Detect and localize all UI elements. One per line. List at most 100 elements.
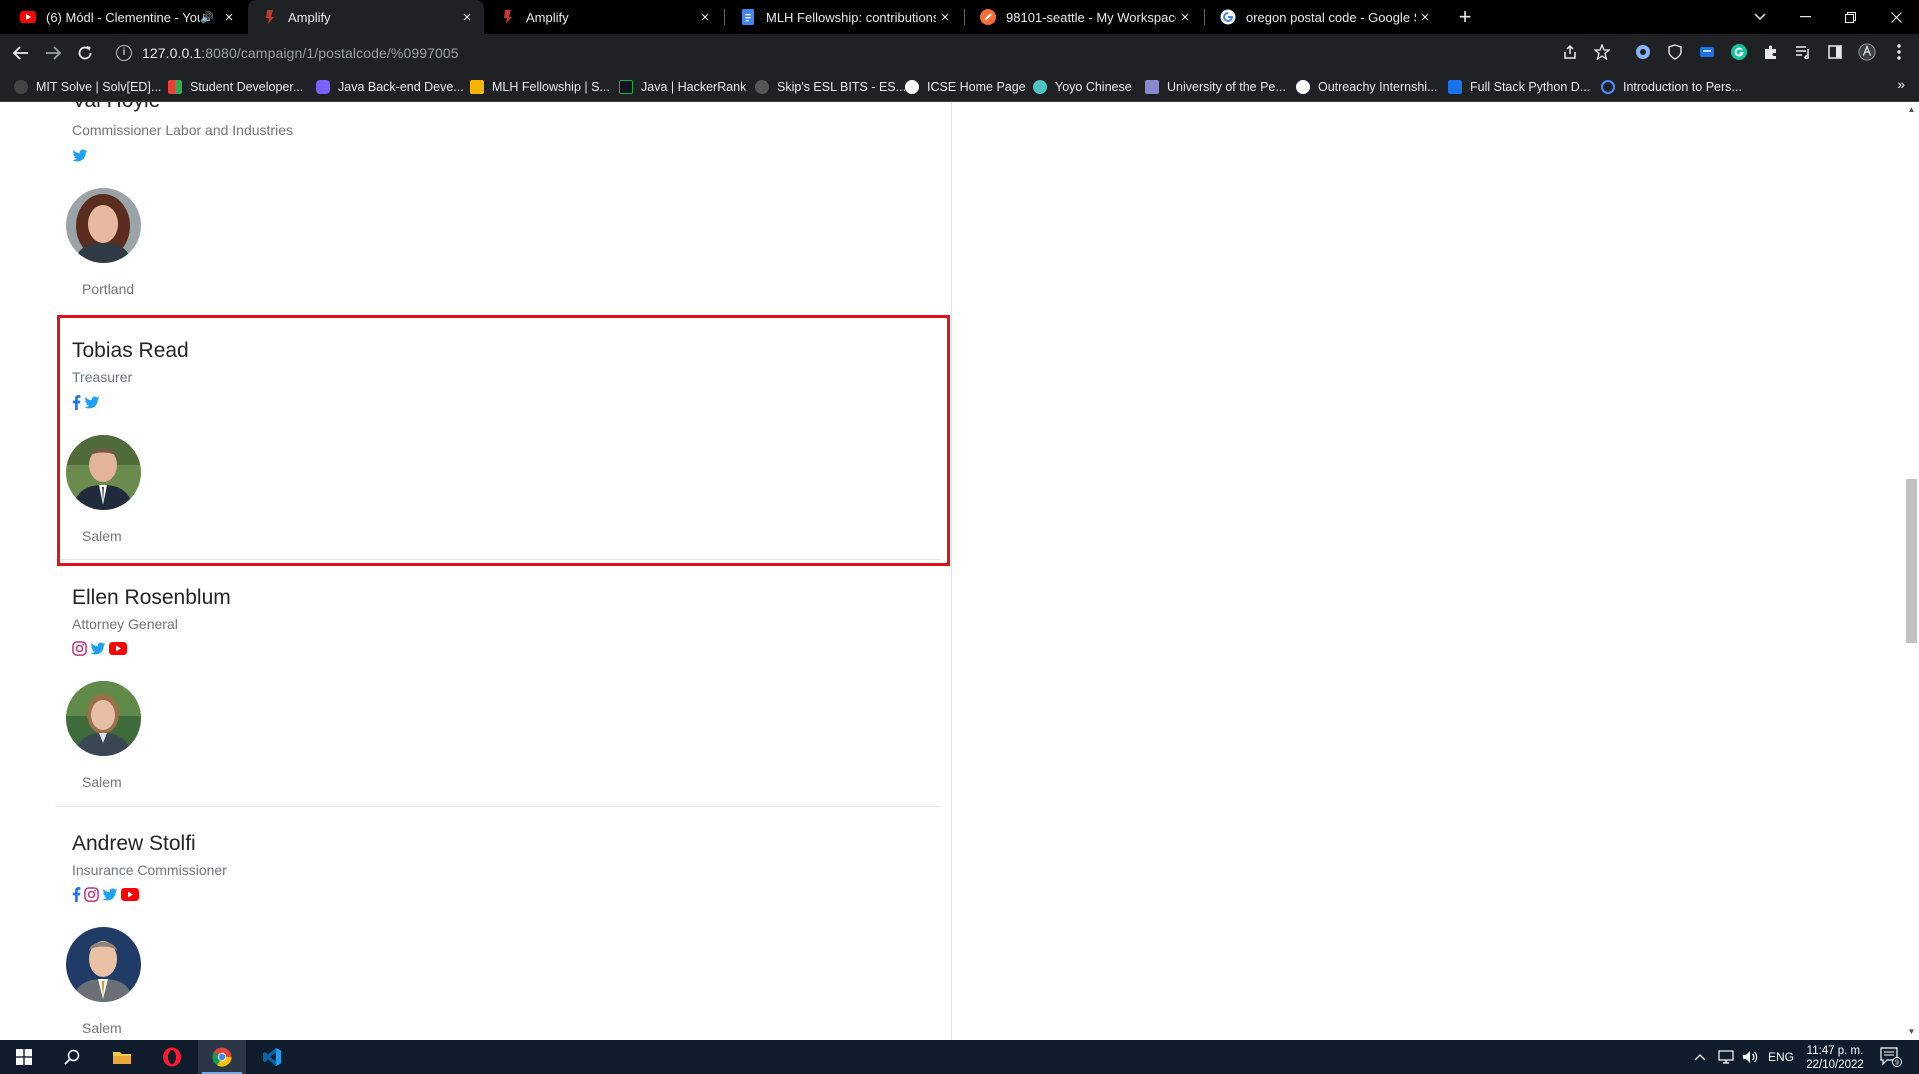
back-icon[interactable]: [6, 34, 36, 71]
official-card: Andrew Stolfi Insurance Commissioner Sal…: [55, 812, 940, 1040]
close-tab-icon[interactable]: ×: [458, 9, 476, 26]
bookmark-star-icon[interactable]: [1593, 43, 1611, 61]
tab-amplify[interactable]: Amplify ×: [486, 0, 722, 34]
tab-title: oregon postal code - Google Sea: [1246, 9, 1416, 25]
search-icon[interactable]: [48, 1040, 96, 1074]
close-tab-icon[interactable]: ×: [696, 9, 714, 26]
bookmark-item[interactable]: Skip's ESL BITS - ES...: [755, 78, 906, 96]
official-card: Ellen Rosenblum Attorney General Salem: [55, 566, 940, 807]
twitter-icon[interactable]: [102, 888, 118, 907]
close-window-icon[interactable]: [1876, 0, 1916, 34]
close-tab-icon[interactable]: ×: [1176, 9, 1194, 26]
amplify-icon: [262, 9, 278, 25]
site-info-icon[interactable]: i: [116, 44, 132, 61]
extension-circle-icon[interactable]: [1634, 43, 1652, 61]
address-bar[interactable]: i 127.0.0.1:8080/campaign/1/postalcode/%…: [108, 38, 1608, 67]
official-name: Andrew Stolfi: [72, 832, 196, 855]
bookmarks-overflow-icon[interactable]: »: [1897, 76, 1905, 92]
bookmark-label: MIT Solve | Solv[ED]...: [36, 80, 162, 94]
tab-title: Amplify: [288, 9, 331, 25]
close-tab-icon[interactable]: ×: [220, 9, 238, 26]
tray-chevron-icon[interactable]: [1694, 1040, 1706, 1074]
paw-icon: [755, 80, 769, 94]
bookmark-item[interactable]: Full Stack Python D...: [1448, 78, 1590, 96]
bookmark-item[interactable]: Java Back-end Deve...: [316, 78, 464, 96]
notification-center-icon[interactable]: 9: [1880, 1040, 1902, 1074]
official-card: Val Hoyle Commissioner Labor and Industr…: [55, 102, 940, 302]
bookmark-label: Java | HackerRank: [641, 80, 747, 94]
scroll-up-icon[interactable]: ▲: [1906, 104, 1917, 116]
bookmark-item[interactable]: University of the Pe...: [1145, 78, 1286, 96]
language-indicator[interactable]: ENG: [1768, 1040, 1794, 1074]
zoom-extension-icon[interactable]: [1698, 43, 1716, 61]
media-queue-icon[interactable]: [1794, 43, 1812, 61]
official-photo: [66, 681, 141, 756]
shield-extension-icon[interactable]: [1666, 43, 1684, 61]
url-text: 127.0.0.1:8080/campaign/1/postalcode/%09…: [142, 45, 459, 61]
close-tab-icon[interactable]: ×: [936, 9, 954, 26]
tab-separator: [964, 9, 965, 25]
bookmark-label: Yoyo Chinese: [1055, 80, 1132, 94]
clock-time: 11:47 p. m.: [1806, 1045, 1864, 1057]
twitter-icon[interactable]: [90, 642, 106, 661]
bookmark-item[interactable]: ICSE Home Page: [905, 78, 1026, 96]
grammarly-icon[interactable]: [1730, 43, 1748, 61]
reload-icon[interactable]: [70, 34, 100, 71]
globe-icon: [905, 80, 919, 94]
tab-title: 98101-seattle - My Workspace: [1006, 9, 1176, 25]
extensions-puzzle-icon[interactable]: [1762, 43, 1780, 61]
tab-google-search[interactable]: oregon postal code - Google Sea ×: [1206, 0, 1442, 34]
bookmark-favicon-icon: [1448, 80, 1462, 94]
tab-separator: [724, 9, 725, 25]
bookmark-item[interactable]: Outreachy Internshi...: [1296, 78, 1438, 96]
tab-search-icon[interactable]: [1740, 0, 1780, 34]
close-tab-icon[interactable]: ×: [1416, 9, 1434, 26]
instagram-icon[interactable]: [72, 641, 87, 661]
bookmark-item[interactable]: Student Developer...: [168, 78, 303, 96]
bookmark-label: MLH Fellowship | S...: [492, 80, 610, 94]
volume-icon[interactable]: [1742, 1040, 1758, 1074]
bookmark-label: Skip's ESL BITS - ES...: [777, 80, 907, 94]
share-icon[interactable]: [1561, 43, 1579, 61]
tab-youtube[interactable]: (6) Módl - Clementine - YouT 🔊 ×: [6, 0, 246, 34]
scrollbar-thumb[interactable]: [1906, 479, 1917, 643]
tab-separator: [1204, 9, 1205, 25]
profile-avatar-icon[interactable]: [1858, 43, 1876, 61]
file-explorer-icon[interactable]: [98, 1040, 146, 1074]
google-icon: [1220, 9, 1236, 25]
minimize-icon[interactable]: [1785, 0, 1825, 34]
chrome-icon[interactable]: [198, 1040, 246, 1074]
restore-icon[interactable]: [1830, 0, 1870, 34]
facebook-icon[interactable]: [72, 887, 81, 907]
new-tab-button[interactable]: +: [1453, 0, 1477, 34]
network-icon[interactable]: [1718, 1040, 1734, 1074]
system-clock[interactable]: 11:47 p. m. 22/10/2022: [1800, 1044, 1870, 1072]
instagram-icon[interactable]: [84, 887, 99, 907]
bookmark-item[interactable]: Java | HackerRank: [619, 78, 746, 96]
official-photo: [66, 927, 141, 1002]
menu-kebab-icon[interactable]: [1890, 43, 1908, 61]
tab-amplify-active[interactable]: Amplify ×: [248, 0, 484, 34]
tab-google-docs[interactable]: MLH Fellowship: contributions to ×: [726, 0, 962, 34]
forward-icon[interactable]: [38, 34, 68, 71]
bookmark-item[interactable]: MIT Solve | Solv[ED]...: [14, 78, 161, 96]
vscode-icon[interactable]: [248, 1040, 296, 1074]
opera-icon[interactable]: [148, 1040, 196, 1074]
tab-postman[interactable]: 98101-seattle - My Workspace ×: [966, 0, 1202, 34]
speaker-icon[interactable]: 🔊: [200, 11, 214, 24]
page-content: Val Hoyle Commissioner Labor and Industr…: [0, 102, 1919, 1040]
social-links: [72, 641, 127, 661]
highlight-box: [57, 315, 950, 566]
windows-start-icon[interactable]: [0, 1040, 48, 1074]
bookmark-item[interactable]: Yoyo Chinese: [1033, 78, 1132, 96]
bookmark-item[interactable]: MLH Fellowship | S...: [470, 78, 610, 96]
twitter-icon[interactable]: [72, 149, 88, 168]
url-host: 127.0.0.1: [142, 44, 202, 61]
youtube-icon[interactable]: [109, 642, 127, 660]
youtube-icon[interactable]: [121, 888, 139, 906]
tab-title: (6) Módl - Clementine - YouT: [46, 9, 201, 25]
bookmark-item[interactable]: Introduction to Pers...: [1601, 78, 1742, 96]
side-panel-icon[interactable]: [1826, 43, 1844, 61]
scroll-down-icon[interactable]: ▼: [1906, 1026, 1917, 1038]
bookmark-label: ICSE Home Page: [927, 80, 1026, 94]
